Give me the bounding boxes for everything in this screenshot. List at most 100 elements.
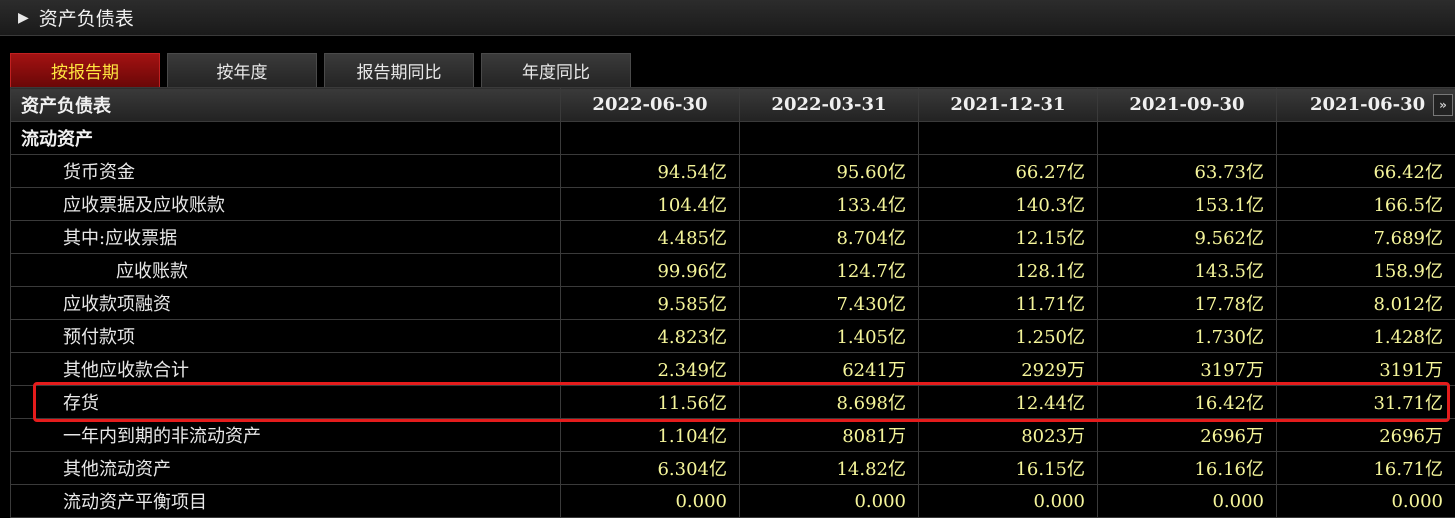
row-label: 流动资产 — [11, 122, 561, 155]
panel-header[interactable]: ▶ 资产负债表 — [0, 0, 1455, 36]
value-cell: 124.7亿 — [740, 254, 919, 287]
row-label: 其中:应收票据 — [11, 221, 561, 254]
value-cell: 94.54亿 — [561, 155, 740, 188]
value-cell: 8.012亿 — [1277, 287, 1455, 320]
value-cell: 2.349亿 — [561, 353, 740, 386]
column-header[interactable]: 2021-12-31 — [919, 88, 1098, 122]
value-cell — [740, 122, 919, 155]
table-row[interactable]: 应收账款99.96亿124.7亿128.1亿143.5亿158.9亿 — [11, 254, 1455, 287]
value-cell: 99.96亿 — [561, 254, 740, 287]
value-cell: 128.1亿 — [919, 254, 1098, 287]
tab-by-year[interactable]: 按年度 — [167, 53, 317, 87]
value-cell: 6.304亿 — [561, 452, 740, 485]
row-label: 其他流动资产 — [11, 452, 561, 485]
value-cell: 0.000 — [1277, 485, 1455, 518]
value-cell: 1.250亿 — [919, 320, 1098, 353]
row-label: 应收款项融资 — [11, 287, 561, 320]
row-label: 一年内到期的非流动资产 — [11, 419, 561, 452]
value-cell: 8081万 — [740, 419, 919, 452]
value-cell: 11.71亿 — [919, 287, 1098, 320]
table-row[interactable]: 货币资金94.54亿95.60亿66.27亿63.73亿66.42亿 — [11, 155, 1455, 188]
value-cell: 12.44亿 — [919, 386, 1098, 419]
table-row[interactable]: 应收票据及应收账款104.4亿133.4亿140.3亿153.1亿166.5亿 — [11, 188, 1455, 221]
value-cell: 133.4亿 — [740, 188, 919, 221]
value-cell: 7.689亿 — [1277, 221, 1455, 254]
table-row[interactable]: 流动资产 — [11, 122, 1455, 155]
value-cell: 153.1亿 — [1098, 188, 1277, 221]
row-label: 应收账款 — [11, 254, 561, 287]
column-header-date: 2021-12-31 — [950, 94, 1065, 115]
value-cell: 4.823亿 — [561, 320, 740, 353]
value-cell: 3197万 — [1098, 353, 1277, 386]
row-label: 其他应收款合计 — [11, 353, 561, 386]
value-cell — [1277, 122, 1455, 155]
row-label: 流动资产平衡项目 — [11, 485, 561, 518]
column-header-date: 2022-06-30 — [592, 94, 707, 115]
column-header[interactable]: 2022-06-30 — [561, 88, 740, 122]
tab-by-report-period[interactable]: 按报告期 — [10, 53, 160, 87]
column-header-date: 2021-06-30 — [1310, 94, 1425, 115]
value-cell — [919, 122, 1098, 155]
column-header[interactable]: 2021-06-30 » — [1277, 88, 1455, 122]
value-cell: 8.704亿 — [740, 221, 919, 254]
value-cell: 4.485亿 — [561, 221, 740, 254]
value-cell: 14.82亿 — [740, 452, 919, 485]
table-row[interactable]: 其他流动资产6.304亿14.82亿16.15亿16.16亿16.71亿 — [11, 452, 1455, 485]
value-cell: 16.16亿 — [1098, 452, 1277, 485]
value-cell: 143.5亿 — [1098, 254, 1277, 287]
value-cell: 0.000 — [1098, 485, 1277, 518]
value-cell: 8.698亿 — [740, 386, 919, 419]
tab-report-period-yoy[interactable]: 报告期同比 — [324, 53, 474, 87]
row-label: 货币资金 — [11, 155, 561, 188]
value-cell — [1098, 122, 1277, 155]
double-chevron-right-icon[interactable]: » — [1433, 94, 1453, 116]
table-row[interactable]: 流动资产平衡项目0.0000.0000.0000.0000.000 — [11, 485, 1455, 518]
value-cell: 8023万 — [919, 419, 1098, 452]
table-row[interactable]: 其他应收款合计2.349亿6241万2929万3197万3191万 — [11, 353, 1455, 386]
value-cell: 0.000 — [740, 485, 919, 518]
value-cell: 95.60亿 — [740, 155, 919, 188]
value-cell: 11.56亿 — [561, 386, 740, 419]
column-header[interactable]: 2022-03-31 — [740, 88, 919, 122]
value-cell: 0.000 — [919, 485, 1098, 518]
row-label: 预付款项 — [11, 320, 561, 353]
table-row[interactable]: 应收款项融资9.585亿7.430亿11.71亿17.78亿8.012亿 — [11, 287, 1455, 320]
value-cell: 158.9亿 — [1277, 254, 1455, 287]
tab-year-yoy[interactable]: 年度同比 — [481, 53, 631, 87]
value-cell: 12.15亿 — [919, 221, 1098, 254]
value-cell: 7.430亿 — [740, 287, 919, 320]
column-header[interactable]: 2021-09-30 — [1098, 88, 1277, 122]
balance-sheet-table-container: 资产负债表 2022-06-30 2022-03-31 2021-12-31 2… — [10, 87, 1455, 518]
panel-title: 资产负债表 — [39, 4, 134, 31]
row-label: 应收票据及应收账款 — [11, 188, 561, 221]
value-cell: 3191万 — [1277, 353, 1455, 386]
value-cell: 16.15亿 — [919, 452, 1098, 485]
value-cell: 2696万 — [1098, 419, 1277, 452]
table-row[interactable]: 存货11.56亿8.698亿12.44亿16.42亿31.71亿 — [11, 386, 1455, 419]
value-cell: 2929万 — [919, 353, 1098, 386]
table-row[interactable]: 一年内到期的非流动资产1.104亿8081万8023万2696万2696万 — [11, 419, 1455, 452]
value-cell — [561, 122, 740, 155]
value-cell: 66.42亿 — [1277, 155, 1455, 188]
value-cell: 6241万 — [740, 353, 919, 386]
value-cell: 16.71亿 — [1277, 452, 1455, 485]
value-cell: 1.104亿 — [561, 419, 740, 452]
value-cell: 9.585亿 — [561, 287, 740, 320]
value-cell: 1.730亿 — [1098, 320, 1277, 353]
value-cell: 17.78亿 — [1098, 287, 1277, 320]
value-cell: 1.428亿 — [1277, 320, 1455, 353]
value-cell: 166.5亿 — [1277, 188, 1455, 221]
collapse-triangle-icon[interactable]: ▶ — [18, 10, 29, 26]
table-row[interactable]: 预付款项4.823亿1.405亿1.250亿1.730亿1.428亿 — [11, 320, 1455, 353]
table-row[interactable]: 其中:应收票据4.485亿8.704亿12.15亿9.562亿7.689亿 — [11, 221, 1455, 254]
corner-header: 资产负债表 — [11, 88, 561, 122]
value-cell: 63.73亿 — [1098, 155, 1277, 188]
value-cell: 66.27亿 — [919, 155, 1098, 188]
value-cell: 2696万 — [1277, 419, 1455, 452]
value-cell: 1.405亿 — [740, 320, 919, 353]
table-header-row: 资产负债表 2022-06-30 2022-03-31 2021-12-31 2… — [11, 88, 1455, 122]
row-label: 存货 — [11, 386, 561, 419]
column-header-date: 2021-09-30 — [1129, 94, 1244, 115]
value-cell: 16.42亿 — [1098, 386, 1277, 419]
value-cell: 0.000 — [561, 485, 740, 518]
